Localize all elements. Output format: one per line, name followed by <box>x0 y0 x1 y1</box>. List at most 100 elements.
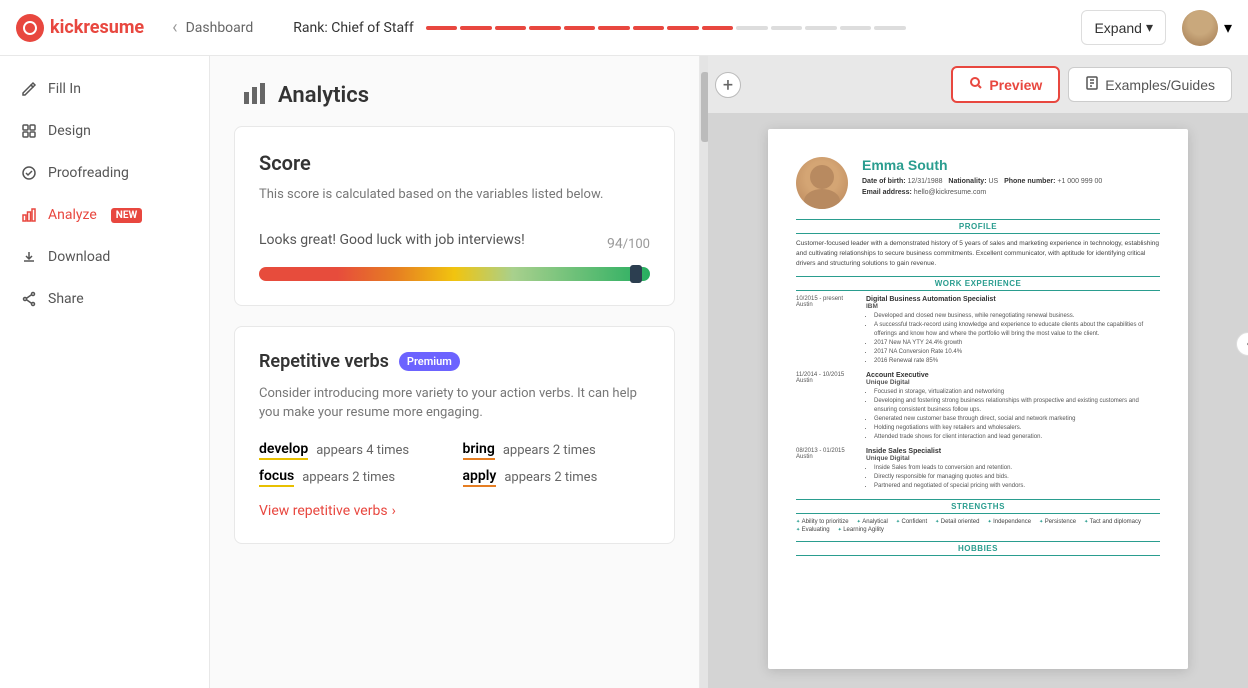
expand-label: Expand <box>1094 20 1141 36</box>
edit-icon <box>20 80 38 98</box>
analyze-new-badge: NEW <box>111 208 142 223</box>
rank-segment <box>633 26 665 30</box>
sidebar-item-fill-in[interactable]: Fill In <box>0 68 209 110</box>
rank-segment <box>598 26 630 30</box>
logo-text: kickresume <box>50 17 144 38</box>
score-bar <box>259 267 650 281</box>
score-card-description: This score is calculated based on the va… <box>259 185 650 205</box>
rank-segment <box>840 26 872 30</box>
logo-icon <box>16 14 44 42</box>
back-button[interactable]: ‹ <box>168 13 181 42</box>
resume-hobbies-title: Hobbies <box>796 541 1160 556</box>
resume-panel: Preview Examples/Guides <box>708 56 1248 688</box>
sidebar-item-analyze[interactable]: Analyze NEW <box>0 194 209 236</box>
verbs-card: Repetitive verbs Premium Consider introd… <box>234 326 675 544</box>
verb-item-3: focus appears 2 times <box>259 468 447 487</box>
verb-word-develop: develop <box>259 441 308 460</box>
resume-strengths: Ability to prioritize Analytical Confide… <box>796 519 1160 533</box>
resume-header: Emma South Date of birth: 12/31/1988 Nat… <box>796 157 1160 209</box>
main-layout: Fill In Design Proofreading Analyze NEW <box>0 56 1248 688</box>
sidebar-item-design[interactable]: Design <box>0 110 209 152</box>
score-message: Looks great! Good luck with job intervie… <box>259 232 525 248</box>
verbs-header: Repetitive verbs Premium <box>259 351 650 372</box>
rank-segment <box>564 26 596 30</box>
resume-photo <box>796 157 848 209</box>
rank-segment <box>460 26 492 30</box>
examples-label: Examples/Guides <box>1105 77 1215 93</box>
rank-area: Rank: Chief of Staff <box>293 20 1065 36</box>
bar-chart-icon <box>242 80 268 110</box>
resume-work-title: Work experience <box>796 276 1160 291</box>
sidebar-item-download[interactable]: Download <box>0 236 209 278</box>
sidebar-item-proofreading-label: Proofreading <box>48 165 129 181</box>
resume-info: Date of birth: 12/31/1988 Nationality: U… <box>862 176 1102 198</box>
resume-profile-text: Customer-focused leader with a demonstra… <box>796 239 1160 268</box>
rank-segment <box>702 26 734 30</box>
analyze-icon <box>20 206 38 224</box>
resume-job-2: 11/2014 - 10/2015 Austin Account Executi… <box>796 372 1160 442</box>
sidebar-item-analyze-label: Analyze <box>48 207 97 223</box>
rank-segment <box>771 26 803 30</box>
add-section-button[interactable]: + <box>715 72 741 98</box>
resume-document: Emma South Date of birth: 12/31/1988 Nat… <box>768 129 1188 669</box>
sidebar-item-share-label: Share <box>48 291 84 307</box>
design-icon <box>20 122 38 140</box>
verb-word-focus: focus <box>259 468 294 487</box>
verb-count-bring: appears 2 times <box>503 443 596 458</box>
topbar: kickresume ‹ Dashboard Rank: Chief of St… <box>0 0 1248 56</box>
rank-segment <box>805 26 837 30</box>
score-number: 94/100 <box>607 225 650 255</box>
resume-toolbar: Preview Examples/Guides <box>708 56 1248 113</box>
resume-job-1: 10/2015 - present Austin Digital Busines… <box>796 296 1160 366</box>
avatar <box>1182 10 1218 46</box>
download-icon <box>20 248 38 266</box>
topbar-nav: ‹ Dashboard <box>168 13 253 42</box>
dashboard-link[interactable]: Dashboard <box>186 20 254 36</box>
score-bar-thumb <box>630 265 642 283</box>
chevron-down-icon: ▾ <box>1146 19 1153 36</box>
premium-badge: Premium <box>399 352 460 371</box>
scroll-bar[interactable] <box>700 56 708 688</box>
score-result-row: Looks great! Good luck with job intervie… <box>259 225 650 255</box>
sidebar-item-fill-in-label: Fill In <box>48 81 81 97</box>
analytics-title: Analytics <box>278 83 369 108</box>
resume-strengths-title: Strengths <box>796 499 1160 514</box>
examples-button[interactable]: Examples/Guides <box>1068 67 1232 102</box>
search-icon <box>969 76 983 93</box>
verb-count-develop: appears 4 times <box>316 443 409 458</box>
verb-item-1: develop appears 4 times <box>259 441 447 460</box>
verb-item-2: bring appears 2 times <box>463 441 651 460</box>
sidebar-item-share[interactable]: Share <box>0 278 209 320</box>
analytics-header: Analytics <box>210 56 699 126</box>
score-card-title: Score <box>259 151 650 175</box>
resume-photo-inner <box>796 157 848 209</box>
preview-label: Preview <box>989 77 1042 93</box>
verb-count-apply: appears 2 times <box>504 470 597 485</box>
rank-segment <box>736 26 768 30</box>
verbs-title: Repetitive verbs <box>259 351 389 372</box>
verb-word-apply: apply <box>463 468 497 487</box>
sidebar-item-design-label: Design <box>48 123 91 139</box>
preview-button[interactable]: Preview <box>951 66 1060 103</box>
resume-job-3: 08/2013 - 01/2015 Austin Inside Sales Sp… <box>796 448 1160 491</box>
rank-segment <box>495 26 527 30</box>
verb-item-4: apply appears 2 times <box>463 468 651 487</box>
sidebar-item-proofreading[interactable]: Proofreading <box>0 152 209 194</box>
proofreading-icon <box>20 164 38 182</box>
rank-bar <box>426 26 906 30</box>
verb-count-focus: appears 2 times <box>302 470 395 485</box>
resume-contact-info: Emma South Date of birth: 12/31/1988 Nat… <box>862 157 1102 198</box>
sidebar-item-download-label: Download <box>48 249 110 265</box>
rank-segment <box>667 26 699 30</box>
rank-segment <box>426 26 458 30</box>
expand-button[interactable]: Expand ▾ <box>1081 10 1166 45</box>
book-icon <box>1085 76 1099 93</box>
sidebar: Fill In Design Proofreading Analyze NEW <box>0 56 210 688</box>
avatar-area[interactable]: ▾ <box>1182 10 1232 46</box>
rank-segment <box>529 26 561 30</box>
analytics-panel: Analytics Score This score is calculated… <box>210 56 700 688</box>
share-icon <box>20 290 38 308</box>
verb-word-bring: bring <box>463 441 495 460</box>
view-repetitive-verbs-link[interactable]: View repetitive verbs › <box>259 503 650 519</box>
logo[interactable]: kickresume <box>16 14 144 42</box>
